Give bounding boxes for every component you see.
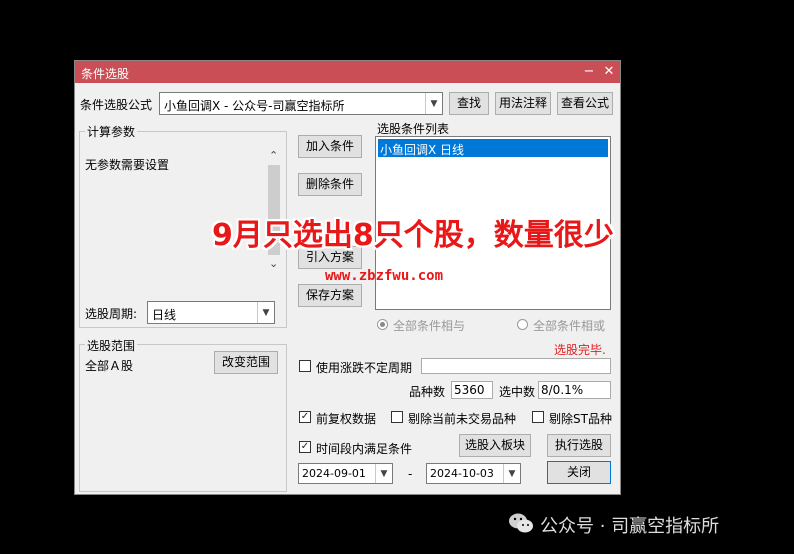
time-range-checkbox[interactable]: ✓ bbox=[299, 441, 311, 453]
chevron-down-icon[interactable]: ▼ bbox=[425, 93, 442, 114]
selected-label: 选中数 bbox=[499, 385, 536, 399]
chevron-down-icon[interactable]: ▼ bbox=[375, 464, 392, 483]
formula-combo[interactable]: 小鱼回调X - 公众号-司赢空指标所 ▼ bbox=[159, 92, 443, 115]
date-to-value: 2024-10-03 bbox=[430, 467, 494, 480]
close-button[interactable]: 关闭 bbox=[547, 461, 611, 484]
watermark-text: 公众号 · 司赢空指标所 bbox=[540, 516, 720, 537]
run-screen-button[interactable]: 执行选股 bbox=[547, 434, 611, 457]
add-condition-button[interactable]: 加入条件 bbox=[298, 135, 362, 158]
list-item[interactable]: 小鱼回调X 日线 bbox=[378, 139, 608, 157]
save-scheme-button[interactable]: 保存方案 bbox=[298, 284, 362, 307]
period-label: 选股周期: bbox=[85, 307, 138, 321]
selected-field: 8/0.1% bbox=[538, 381, 611, 399]
exclude-st-checkbox[interactable] bbox=[532, 411, 544, 423]
exclude-no-trade-checkbox[interactable] bbox=[391, 411, 403, 423]
date-to-picker[interactable]: 2024-10-03 ▼ bbox=[426, 463, 521, 484]
find-button[interactable]: 查找 bbox=[449, 92, 489, 115]
title-bar[interactable]: 条件选股 − ✕ bbox=[75, 61, 620, 83]
count-value: 5360 bbox=[454, 383, 485, 397]
headline-overlay: 9月只选出8只个股，数量很少 bbox=[212, 218, 614, 253]
exclude-no-trade-label: 剔除当前未交易品种 bbox=[408, 412, 517, 426]
scroll-up-icon[interactable]: ⌃ bbox=[269, 149, 278, 162]
time-range-label: 时间段内满足条件 bbox=[316, 442, 413, 456]
add-to-block-button[interactable]: 选股入板块 bbox=[459, 434, 531, 457]
status-text: 选股完毕. bbox=[554, 343, 606, 357]
chevron-down-icon[interactable]: ▼ bbox=[257, 302, 274, 323]
formula-value: 小鱼回调X - 公众号-司赢空指标所 bbox=[164, 99, 345, 113]
and-label: 全部条件相与 bbox=[393, 319, 466, 333]
url-overlay: www.zbzfwu.com bbox=[325, 268, 444, 284]
minimize-button[interactable]: − bbox=[580, 63, 598, 81]
delete-condition-button[interactable]: 删除条件 bbox=[298, 173, 362, 196]
change-range-button[interactable]: 改变范围 bbox=[214, 351, 278, 374]
close-window-button[interactable]: ✕ bbox=[600, 63, 618, 81]
forward-adjust-label: 前复权数据 bbox=[316, 412, 377, 426]
or-radio[interactable] bbox=[517, 319, 528, 330]
view-formula-button[interactable]: 查看公式 bbox=[557, 92, 613, 115]
period-combo[interactable]: 日线 ▼ bbox=[147, 301, 275, 324]
selected-value: 8/0.1% bbox=[541, 383, 584, 397]
count-field: 5360 bbox=[451, 381, 493, 399]
formula-label: 条件选股公式 bbox=[80, 98, 153, 112]
variable-period-input[interactable] bbox=[421, 358, 611, 374]
params-group-label: 计算参数 bbox=[85, 123, 138, 140]
exclude-st-label: 剔除ST品种 bbox=[549, 412, 612, 426]
condition-list-label: 选股条件列表 bbox=[377, 122, 450, 136]
window-title: 条件选股 bbox=[81, 67, 130, 81]
or-label: 全部条件相或 bbox=[533, 319, 606, 333]
wechat-icon bbox=[508, 512, 534, 534]
period-value: 日线 bbox=[152, 308, 177, 322]
date-from-value: 2024-09-01 bbox=[302, 467, 366, 480]
usage-notes-button[interactable]: 用法注释 bbox=[495, 92, 551, 115]
list-item-label: 小鱼回调X 日线 bbox=[380, 143, 465, 157]
date-separator: - bbox=[408, 467, 413, 481]
variable-period-checkbox[interactable] bbox=[299, 360, 311, 372]
chevron-down-icon[interactable]: ▼ bbox=[503, 464, 520, 483]
count-label: 品种数 bbox=[409, 385, 446, 399]
forward-adjust-checkbox[interactable]: ✓ bbox=[299, 411, 311, 423]
variable-period-label: 使用涨跌不定周期 bbox=[316, 361, 413, 375]
range-group-label: 选股范围 bbox=[85, 337, 138, 354]
range-value: 全部Ａ股 bbox=[85, 359, 134, 373]
date-from-picker[interactable]: 2024-09-01 ▼ bbox=[298, 463, 393, 484]
scroll-down-icon[interactable]: ⌄ bbox=[269, 257, 278, 270]
params-text: 无参数需要设置 bbox=[85, 158, 170, 172]
and-radio[interactable] bbox=[377, 319, 388, 330]
